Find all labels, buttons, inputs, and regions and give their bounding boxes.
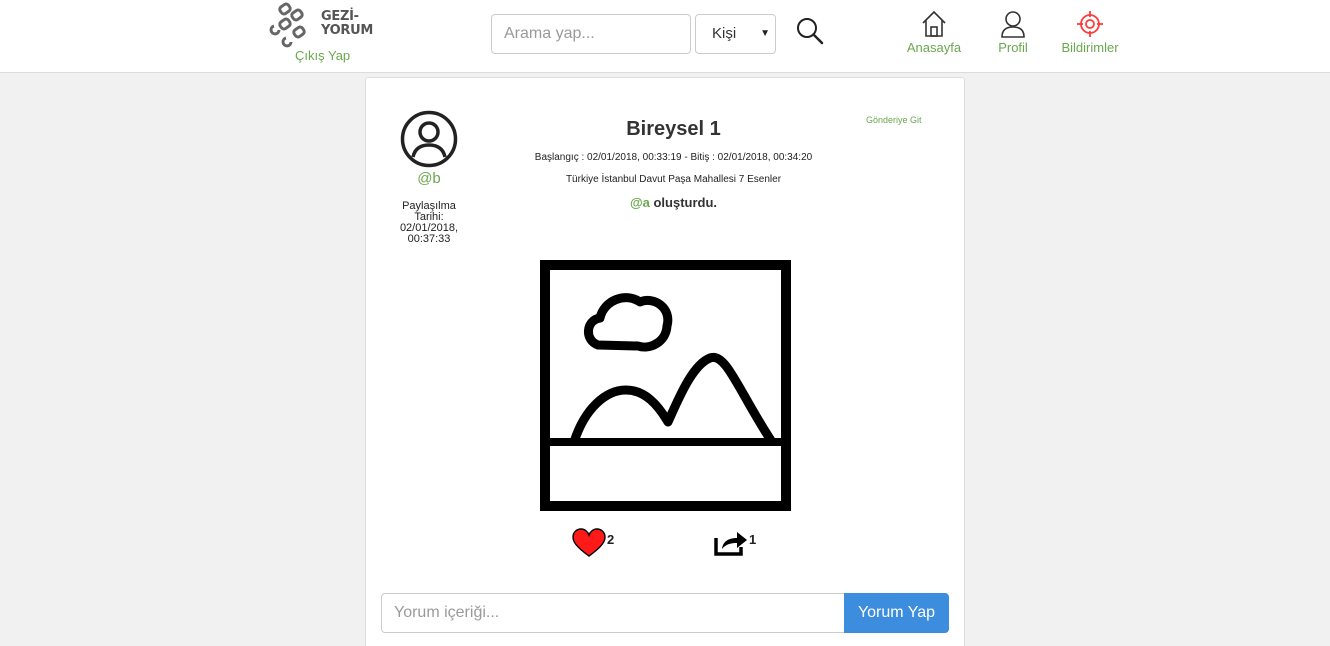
share-icon[interactable]: [713, 528, 749, 556]
post-creator: @a oluşturdu.: [536, 195, 811, 210]
post-dates: Başlangıç : 02/01/2018, 00:33:19 - Bitiş…: [534, 152, 813, 163]
nav-notifications[interactable]: Bildirimler: [1058, 10, 1122, 55]
share-date-label: Paylaşılma Tarihi:: [402, 200, 456, 223]
like-count: 2: [607, 532, 615, 547]
post-card: @b Paylaşılma Tarihi: 02/01/2018, 00:37:…: [365, 77, 965, 646]
user-circle-icon[interactable]: [400, 110, 458, 168]
nav-notifications-label: Bildirimler: [1061, 40, 1119, 55]
submit-comment-button[interactable]: Yorum Yap: [844, 593, 949, 633]
logout-link[interactable]: Çıkış Yap: [295, 48, 350, 63]
post-title: Bireysel 1: [626, 118, 721, 140]
creator-suffix: oluşturdu.: [649, 195, 718, 210]
search-type-select[interactable]: Kişi ▼: [695, 14, 776, 54]
nav-home[interactable]: Anasayfa: [903, 10, 965, 55]
nav-profile-label: Profil: [998, 40, 1028, 55]
logo-text: GEZİ- YORUM: [321, 10, 373, 38]
nav-home-label: Anasayfa: [906, 40, 962, 55]
logo-line-1: GEZİ-: [321, 9, 359, 24]
heart-icon[interactable]: [572, 528, 606, 558]
nav-profile[interactable]: Profil: [990, 10, 1036, 55]
image-placeholder-icon[interactable]: [540, 260, 791, 511]
creator-mention[interactable]: @a: [630, 195, 650, 210]
top-navbar: GEZİ- YORUM Çıkış Yap Kişi ▼ Anasayfa Pr…: [0, 0, 1330, 73]
share-count: 1: [749, 532, 757, 547]
home-icon: [922, 10, 946, 37]
go-to-post-link[interactable]: Gönderiye Git: [866, 115, 922, 125]
post-location: Türkiye İstanbul Davut Paşa Mahallesi 7 …: [565, 174, 782, 185]
crosshair-icon: [1077, 11, 1103, 37]
share-date: Paylaşılma Tarihi: 02/01/2018, 00:37:33: [389, 201, 469, 245]
author-handle[interactable]: @b: [389, 170, 469, 187]
share-date-value: 02/01/2018, 00:37:33: [399, 222, 459, 245]
logo-line-2: YORUM: [321, 23, 374, 38]
search-type-value: Kişi: [712, 25, 737, 42]
search-input[interactable]: [491, 14, 691, 54]
comment-input[interactable]: [381, 593, 845, 633]
logo-mark-icon: [269, 2, 306, 48]
search-icon[interactable]: [794, 15, 826, 47]
user-icon: [1001, 11, 1025, 38]
chevron-down-icon: ▼: [760, 28, 770, 39]
